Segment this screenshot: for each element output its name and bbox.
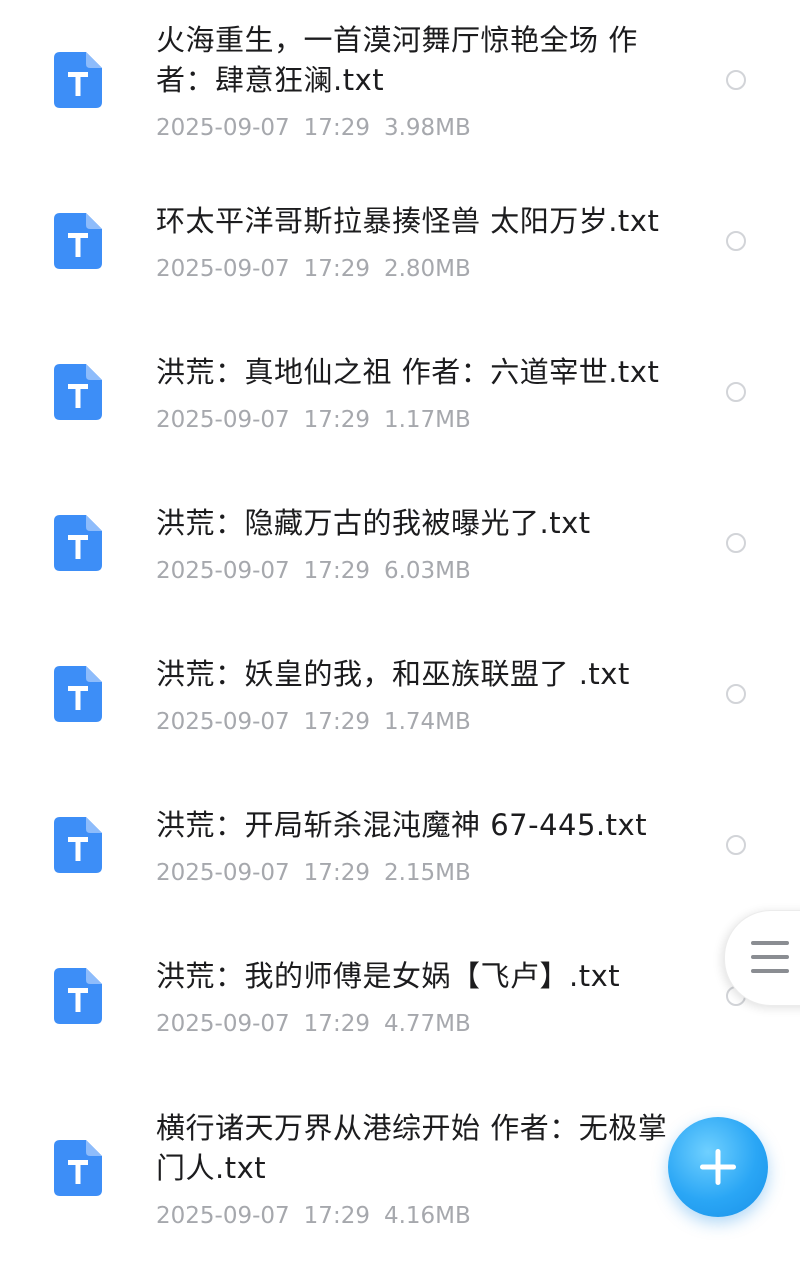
file-size: 2.15MB bbox=[383, 860, 471, 886]
file-meta: 2025-09-07 17:29 6.03MB bbox=[156, 556, 485, 586]
menu-icon bbox=[751, 941, 789, 973]
txt-file-icon bbox=[54, 52, 102, 108]
file-size: 1.74MB bbox=[383, 709, 471, 735]
file-time: 17:29 bbox=[303, 1203, 370, 1229]
select-radio[interactable] bbox=[726, 70, 746, 90]
file-meta: 2025-09-07 17:29 4.16MB bbox=[156, 1201, 485, 1231]
select-radio[interactable] bbox=[726, 231, 746, 251]
file-meta: 2025-09-07 17:29 2.80MB bbox=[156, 254, 485, 284]
file-name: 洪荒：开局斩杀混沌魔神 67-445.txt bbox=[156, 808, 648, 842]
file-row[interactable]: 洪荒：妖皇的我，和巫族联盟了 .txt 2025-09-07 17:29 1.74M… bbox=[0, 603, 800, 754]
file-time: 17:29 bbox=[303, 407, 370, 433]
file-list: 火海重生，一首漠河舞厅惊艳全场 作者：肆意狂澜.txt 2025-09-07 17… bbox=[0, 0, 800, 1266]
plus-icon bbox=[700, 1149, 736, 1185]
txt-file-icon bbox=[54, 968, 102, 1024]
file-name: 洪荒：真地仙之祖 作者：六道宰世.txt bbox=[156, 355, 660, 389]
file-name: 环太平洋哥斯拉暴揍怪兽 太阳万岁.txt bbox=[156, 204, 660, 238]
file-row[interactable]: 洪荒：开局斩杀混沌魔神 67-445.txt 2025-09-07 17:29 2.… bbox=[0, 754, 800, 905]
file-size: 4.16MB bbox=[383, 1203, 471, 1229]
file-size: 6.03MB bbox=[383, 558, 471, 584]
file-date: 2025-09-07 bbox=[156, 1011, 290, 1037]
txt-file-icon bbox=[54, 515, 102, 571]
file-meta: 2025-09-07 17:29 2.15MB bbox=[156, 858, 485, 888]
file-time: 17:29 bbox=[303, 256, 370, 282]
file-date: 2025-09-07 bbox=[156, 115, 290, 141]
file-date: 2025-09-07 bbox=[156, 1203, 290, 1229]
file-meta: 2025-09-07 17:29 1.17MB bbox=[156, 405, 485, 435]
file-row[interactable]: 洪荒：隐藏万古的我被曝光了.txt 2025-09-07 17:29 6.03MB bbox=[0, 452, 800, 603]
file-date: 2025-09-07 bbox=[156, 407, 290, 433]
file-date: 2025-09-07 bbox=[156, 256, 290, 282]
file-time: 17:29 bbox=[303, 115, 370, 141]
file-size: 4.77MB bbox=[383, 1011, 471, 1037]
txt-file-icon bbox=[54, 213, 102, 269]
select-radio[interactable] bbox=[726, 382, 746, 402]
file-row[interactable]: 洪荒：我的师傅是女娲【飞卢】.txt 2025-09-07 17:29 4.77MB bbox=[0, 905, 800, 1056]
file-name: 洪荒：我的师傅是女娲【飞卢】.txt bbox=[156, 959, 621, 993]
txt-file-icon bbox=[54, 666, 102, 722]
file-name: 洪荒：妖皇的我，和巫族联盟了 .txt bbox=[156, 657, 630, 691]
file-name: 洪荒：隐藏万古的我被曝光了.txt bbox=[156, 506, 591, 540]
file-size: 3.98MB bbox=[383, 115, 471, 141]
file-size: 2.80MB bbox=[383, 256, 471, 282]
txt-file-icon bbox=[54, 364, 102, 420]
txt-file-icon bbox=[54, 817, 102, 873]
file-meta: 2025-09-07 17:29 4.77MB bbox=[156, 1009, 485, 1039]
select-radio[interactable] bbox=[726, 684, 746, 704]
file-size: 1.17MB bbox=[383, 407, 471, 433]
file-row[interactable]: 火海重生，一首漠河舞厅惊艳全场 作者：肆意狂澜.txt 2025-09-07 17… bbox=[0, 0, 800, 150]
file-time: 17:29 bbox=[303, 860, 370, 886]
txt-file-icon bbox=[54, 1140, 102, 1196]
add-button[interactable] bbox=[668, 1117, 768, 1217]
file-meta: 2025-09-07 17:29 3.98MB bbox=[156, 113, 485, 143]
file-date: 2025-09-07 bbox=[156, 860, 290, 886]
file-row[interactable]: 环太平洋哥斯拉暴揍怪兽 太阳万岁.txt 2025-09-07 17:29 2.80… bbox=[0, 150, 800, 301]
file-row[interactable]: 洪荒：真地仙之祖 作者：六道宰世.txt 2025-09-07 17:29 1.17… bbox=[0, 301, 800, 452]
file-date: 2025-09-07 bbox=[156, 709, 290, 735]
file-time: 17:29 bbox=[303, 1011, 370, 1037]
file-name: 火海重生，一首漠河舞厅惊艳全场 作者：肆意狂澜.txt bbox=[156, 23, 638, 97]
select-radio[interactable] bbox=[726, 835, 746, 855]
file-time: 17:29 bbox=[303, 709, 370, 735]
file-name: 横行诸天万界从港综开始 作者：无极掌门人.txt bbox=[156, 1111, 668, 1185]
select-radio[interactable] bbox=[726, 533, 746, 553]
file-time: 17:29 bbox=[303, 558, 370, 584]
file-date: 2025-09-07 bbox=[156, 558, 290, 584]
file-meta: 2025-09-07 17:29 1.74MB bbox=[156, 707, 485, 737]
